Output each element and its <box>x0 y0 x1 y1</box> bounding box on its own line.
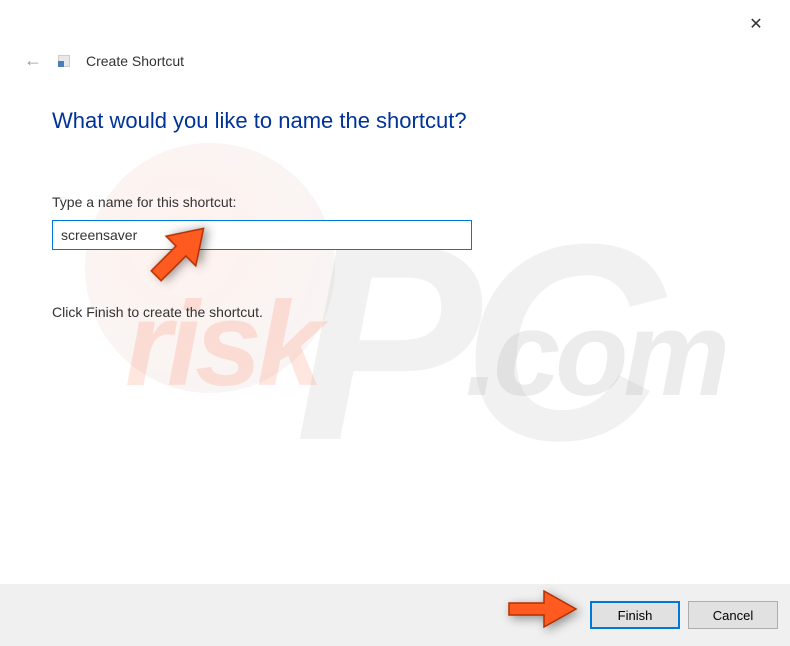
instruction-text: Click Finish to create the shortcut. <box>52 304 738 320</box>
wizard-header: ← Create Shortcut <box>24 50 184 71</box>
wizard-content: What would you like to name the shortcut… <box>52 108 738 320</box>
cancel-button[interactable]: Cancel <box>688 601 778 629</box>
shortcut-icon <box>58 55 70 67</box>
close-button[interactable]: ✕ <box>746 14 766 34</box>
page-heading: What would you like to name the shortcut… <box>52 108 738 134</box>
shortcut-name-input[interactable] <box>52 220 472 250</box>
wizard-footer: Finish Cancel <box>0 584 790 646</box>
wizard-title: Create Shortcut <box>86 53 184 69</box>
back-arrow-icon: ← <box>24 50 42 71</box>
close-icon: ✕ <box>749 14 762 34</box>
finish-button[interactable]: Finish <box>590 601 680 629</box>
input-label: Type a name for this shortcut: <box>52 194 738 210</box>
